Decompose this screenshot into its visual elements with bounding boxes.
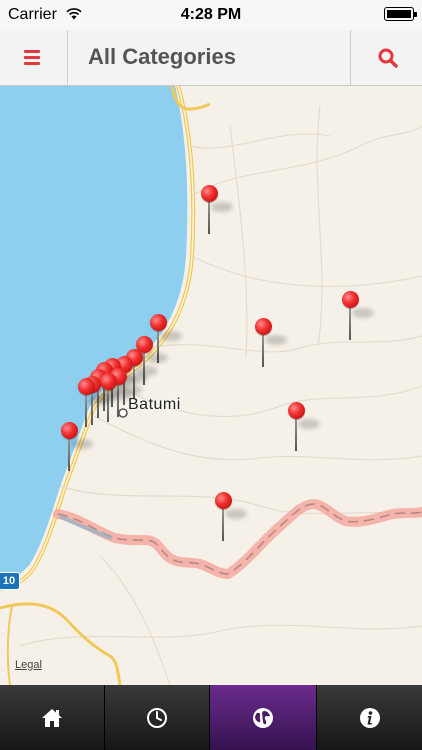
clock-label: 4:28 PM xyxy=(180,6,242,23)
tab-info[interactable] xyxy=(317,685,422,750)
navigation-bar: All Categories xyxy=(0,30,422,86)
tab-recent[interactable] xyxy=(105,685,210,750)
search-icon xyxy=(378,48,398,68)
home-icon xyxy=(42,708,62,727)
globe-icon xyxy=(253,707,273,728)
map-pin[interactable] xyxy=(78,378,110,428)
map-pin[interactable] xyxy=(255,318,287,368)
menu-button[interactable] xyxy=(0,30,66,86)
tab-bar xyxy=(0,685,422,750)
status-bar: Carrier 4:28 PM xyxy=(0,0,422,30)
map-pin[interactable] xyxy=(342,291,374,341)
map-pin[interactable] xyxy=(201,185,233,235)
south-road xyxy=(0,602,122,685)
tab-home[interactable] xyxy=(0,685,105,750)
map-view[interactable]: Batumi 10 Legal xyxy=(0,86,422,685)
page-title: All Categories xyxy=(88,44,236,69)
nav-divider xyxy=(67,30,68,86)
road-shield: 10 xyxy=(0,572,20,590)
map-pin[interactable] xyxy=(61,422,93,472)
clock-icon xyxy=(147,707,167,728)
tab-map[interactable] xyxy=(210,685,317,750)
map-pin[interactable] xyxy=(215,492,247,542)
search-button[interactable] xyxy=(351,30,422,86)
battery-icon xyxy=(384,7,417,21)
map-pin[interactable] xyxy=(288,402,320,452)
legal-link[interactable]: Legal xyxy=(15,659,42,671)
info-icon xyxy=(359,707,380,728)
map-canvas xyxy=(0,86,422,685)
